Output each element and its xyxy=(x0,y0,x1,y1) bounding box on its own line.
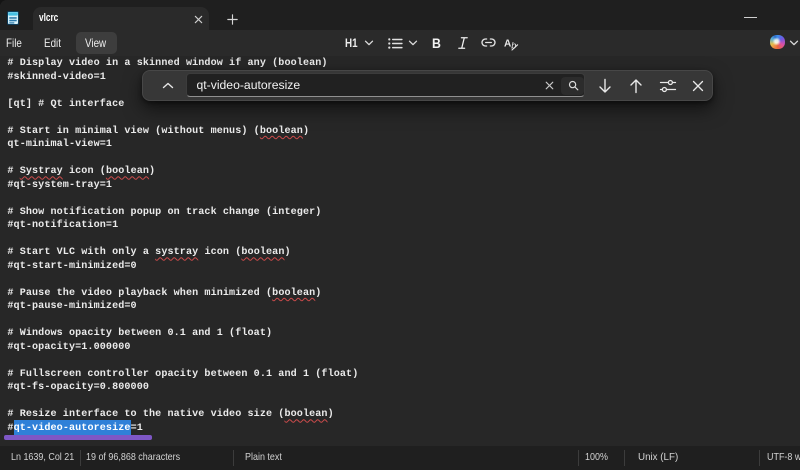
svg-text:A: A xyxy=(504,38,511,49)
